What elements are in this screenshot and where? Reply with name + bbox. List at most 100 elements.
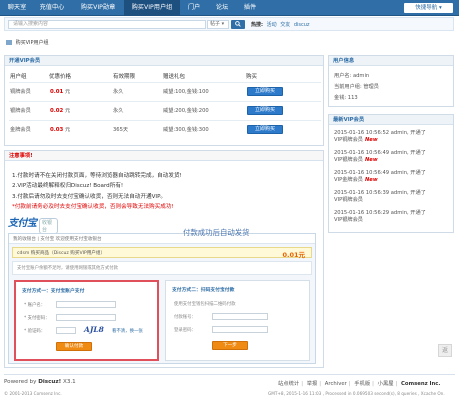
vip-gift: 威望:200,金钱:200 <box>163 108 209 114</box>
account-name-field <box>56 301 116 308</box>
column-header: 有效期限 <box>113 74 136 80</box>
vip-gift: 威望:300,金钱:300 <box>163 127 209 133</box>
nav-item-vip-group[interactable]: 购买VIP用户组 <box>124 0 180 16</box>
search-type-select[interactable]: 帖子 ▾ <box>207 20 229 29</box>
order-summary: cdsm 购买商品（Discuz 购买VIP用户组） 0.01元 <box>12 247 312 259</box>
powered-prefix: Powered by <box>4 379 39 385</box>
nav-item-recharge[interactable]: 充值中心 <box>34 0 70 16</box>
vip-price: 0.01 元 <box>50 88 70 95</box>
nav-item-forum[interactable]: 论坛 <box>212 0 232 16</box>
back-to-top-button[interactable]: 返 <box>438 344 452 357</box>
hot-word[interactable]: discuz <box>294 22 310 28</box>
nav-item-plugin[interactable]: 插件 <box>240 0 260 16</box>
quick-nav-label: 快捷导航 <box>415 5 438 11</box>
recent-vip-group: VIP银牌会员 <box>334 157 363 163</box>
hot-word[interactable]: 活动 <box>267 22 277 28</box>
home-icon[interactable] <box>6 40 12 45</box>
hot-search: 热搜: 活动 交友 discuz <box>251 21 310 29</box>
divider <box>9 120 321 121</box>
recent-vip-time: 2015-01-16 10:56:49 admin, 开通了 <box>334 150 426 156</box>
nav-item-vip-medal[interactable]: 购买VIP勋章 <box>74 0 122 16</box>
captcha-field <box>56 327 76 334</box>
qr-pay-text: 登录密码： <box>174 328 196 333</box>
vip-group-name: 铜牌会员 <box>10 89 31 95</box>
captcha-refresh-link: 看不清，换一张 <box>112 329 143 334</box>
buy-now-button[interactable]: 立即购买 <box>247 87 283 96</box>
search-input[interactable]: 请输入搜索内容 <box>8 20 206 29</box>
discuz-link[interactable]: Discuz! <box>38 379 61 385</box>
notice-text: 2.VIP活动最终解释权归Discuz! Board所有! <box>12 183 124 189</box>
column-header: 购买 <box>246 74 258 80</box>
recent-vip-title: 最新VIP会员 <box>329 115 453 125</box>
quick-nav-button[interactable]: 快捷导航 ▾ <box>404 3 453 13</box>
recent-vip-group: VIP银牌会员 <box>334 217 363 223</box>
notice-text: 3.付款后请勿及时去支付宝确认收货，否则无法自动开通VIP。 <box>12 194 167 200</box>
vip-term: 365天 <box>113 127 129 133</box>
recent-vip-entry: 2015-01-16 10:56:49 admin, 开通了 VIP金牌会员 Ne… <box>334 170 426 184</box>
vip-price: 0.02 元 <box>50 107 70 114</box>
hot-word[interactable]: 交友 <box>280 22 290 28</box>
account-pay-panel: 支付方式一：支付宝账户支付 * 账户名： * 支付密码： * 验证码： AJL8… <box>14 280 159 361</box>
captcha-image: AJL8 <box>84 325 104 334</box>
recent-vip-time: 2015-01-16 10:56:29 admin, 开通了 <box>334 210 426 216</box>
top-navbar: 聊天室 充值中心 购买VIP勋章 购买VIP用户组 门户 论坛 插件 快捷导航 … <box>0 0 459 16</box>
cashier-header: 我的收银台 | 支付宝 欢迎使用支付宝收银台 <box>9 234 315 244</box>
recent-vip-time: 2015-01-16 10:56:39 admin, 开通了 <box>334 190 426 196</box>
user-info-panel: 用户信息 用户名: admin 当前用户组: 管理员 金钱: 113 <box>328 55 454 107</box>
vip-term: 永久 <box>113 89 124 95</box>
notice-text: 1.付款时请不在关闭付款页面，等待浏览器自动跳转完成，自动发货! <box>12 173 182 179</box>
search-bar: 请输入搜索内容 帖子 ▾ 热搜: 活动 交友 discuz <box>4 17 454 31</box>
vip-gift: 威望:100,金钱:100 <box>163 89 209 95</box>
buy-now-button[interactable]: 立即购买 <box>247 125 283 134</box>
recent-vip-time: 2015-01-16 10:56:52 admin, 开通了 <box>334 130 426 136</box>
new-badge: New <box>364 137 378 143</box>
footer-divider <box>4 374 455 375</box>
next-step-button: 下一步 <box>212 341 248 350</box>
column-header: 优惠价格 <box>49 74 72 80</box>
notice-title: 注意事项! <box>5 151 323 161</box>
price-unit: 元 <box>64 89 71 95</box>
footer-link-mobile[interactable]: 手机版 <box>354 381 370 387</box>
user-group: 当前用户组: 管理员 <box>334 84 379 90</box>
breadcrumb-current[interactable]: 购买VIP用户组 <box>16 40 49 46</box>
vip-purchase-panel: 开通VIP会员 用户组 优惠价格 有效期限 赠送礼包 购买 铜牌会员 0.01 … <box>4 55 324 146</box>
nav-item-portal[interactable]: 门户 <box>184 0 204 16</box>
footer-link-stats[interactable]: 站点统计 <box>278 381 299 387</box>
search-button[interactable] <box>231 20 245 29</box>
vip-term: 永久 <box>113 108 124 114</box>
price-unit: 元 <box>64 127 71 133</box>
recent-vip-entry: 2015-01-16 10:56:39 admin, 开通了 VIP铜牌会员 <box>334 190 426 204</box>
field-label: * 验证码： <box>24 329 46 334</box>
footer-link-report[interactable]: 举报 <box>307 381 318 387</box>
divider <box>9 82 321 83</box>
buy-now-button[interactable]: 立即购买 <box>247 106 283 115</box>
alipay-logo: 支付宝 收银台 <box>8 214 58 234</box>
column-header: 用户组 <box>10 74 27 80</box>
order-text: cdsm 购买商品（Discuz 购买VIP用户组） <box>17 251 106 256</box>
copyright: © 2001-2013 Comsenz Inc. <box>4 391 62 396</box>
footer-link-blackroom[interactable]: 小黑屋 <box>378 381 394 387</box>
nav-item-chatroom[interactable]: 聊天室 <box>4 0 30 16</box>
account-field <box>212 313 268 320</box>
info-text: 支付宝账户余额不足时，请使用网银或其他方式付款 <box>17 266 118 271</box>
recent-vip-group: VIP铜牌会员 <box>334 197 363 203</box>
username: 用户名: admin <box>334 73 370 79</box>
footer-company[interactable]: Comsenz Inc. <box>401 381 440 387</box>
recent-vip-entry: 2015-01-16 10:56:49 admin, 开通了 VIP银牌会员 Ne… <box>334 150 426 164</box>
price-value: 0.03 <box>50 127 64 133</box>
search-icon <box>235 21 241 27</box>
recent-vip-entry: 2015-01-16 10:56:52 admin, 开通了 VIP铜牌会员 Ne… <box>334 130 426 144</box>
new-badge: New <box>364 157 378 163</box>
alipay-payment-screenshot: 我的收银台 | 支付宝 欢迎使用支付宝收银台 付款成功后自动发货 cdsm 购买… <box>8 228 316 364</box>
recent-vip-panel: 最新VIP会员 2015-01-16 10:56:52 admin, 开通了 V… <box>328 114 454 233</box>
pay-password-field <box>56 314 116 321</box>
footer-link-archiver[interactable]: Archiver <box>325 381 347 387</box>
qr-pay-text: 使用支付宝钱包扫描二维码付款 <box>174 302 236 307</box>
account-pay-title: 支付方式一：支付宝账户支付 <box>22 289 85 294</box>
order-amount: 0.01元 <box>282 251 305 259</box>
alipay-logo-sub: 收银台 <box>39 218 58 234</box>
user-money: 金钱: 113 <box>334 95 358 101</box>
divider <box>9 101 321 102</box>
recent-vip-entry: 2015-01-16 10:56:29 admin, 开通了 VIP银牌会员 <box>334 210 426 224</box>
user-info-title: 用户信息 <box>329 56 453 66</box>
